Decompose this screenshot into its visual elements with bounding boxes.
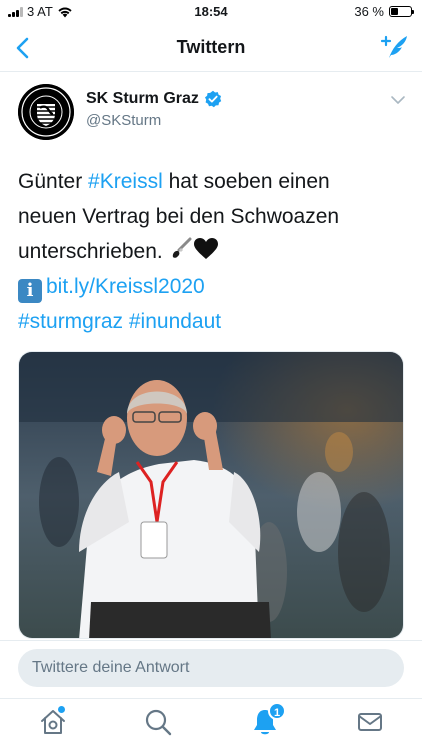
info-emoji-icon: i xyxy=(18,279,42,303)
status-right: 36 % xyxy=(354,4,414,19)
search-icon[interactable] xyxy=(143,707,173,737)
reply-bar xyxy=(0,640,422,698)
tweet-text-segment: unterschrieben. xyxy=(18,240,169,263)
tweet-link[interactable]: bit.ly/Kreissl2020 xyxy=(46,275,205,298)
compose-tweet-icon[interactable] xyxy=(380,32,410,62)
hashtag-inundaut-link[interactable]: #inundaut xyxy=(129,310,221,333)
page-title: Twittern xyxy=(176,37,246,57)
reply-input[interactable] xyxy=(18,649,404,687)
messages-envelope-icon[interactable] xyxy=(355,707,385,737)
navigation-bar: Twittern xyxy=(0,24,422,72)
tweet-photo[interactable] xyxy=(18,351,404,639)
home-new-dot xyxy=(58,706,65,713)
tweet-line-3: unterschrieben. xyxy=(18,234,408,269)
caret-down-icon[interactable] xyxy=(390,92,406,108)
sturm-graz-logo-icon xyxy=(18,84,74,140)
tweet-line-5: #sturmgraz #inundaut xyxy=(18,304,408,339)
paintbrush-emoji-icon xyxy=(172,237,192,258)
battery-percent: 36 % xyxy=(354,4,384,19)
verified-badge-icon xyxy=(204,90,222,108)
notifications-badge: 1 xyxy=(268,702,286,720)
author-name[interactable]: SK Sturm Graz xyxy=(86,90,222,108)
tweet-text-segment: Günter xyxy=(18,170,89,193)
tweet-line-2: neuen Vertrag bei den Schwoazen xyxy=(18,205,340,228)
hashtag-kreissl-link[interactable]: #Kreissl xyxy=(88,170,163,193)
status-bar: 3 AT 18:54 36 % xyxy=(0,0,422,24)
photo-image xyxy=(19,352,403,638)
tweet-text: Günter #Kreissl hat soeben einen neuen V… xyxy=(18,164,408,339)
author-name-text: SK Sturm Graz xyxy=(86,90,199,107)
tab-bar: 1 xyxy=(0,698,422,750)
black-heart-emoji-icon xyxy=(193,238,218,259)
battery-icon xyxy=(389,6,414,17)
avatar[interactable] xyxy=(18,84,74,140)
hashtag-sturmgraz-link[interactable]: #sturmgraz xyxy=(18,310,123,333)
author-handle[interactable]: @SKSturm xyxy=(86,112,161,129)
tweet-text-segment: hat soeben einen xyxy=(162,170,330,193)
tweet-line-1: Günter #Kreissl hat soeben einen xyxy=(18,164,408,199)
tweet-line-4: i bit.ly/Kreissl2020 xyxy=(18,269,408,304)
